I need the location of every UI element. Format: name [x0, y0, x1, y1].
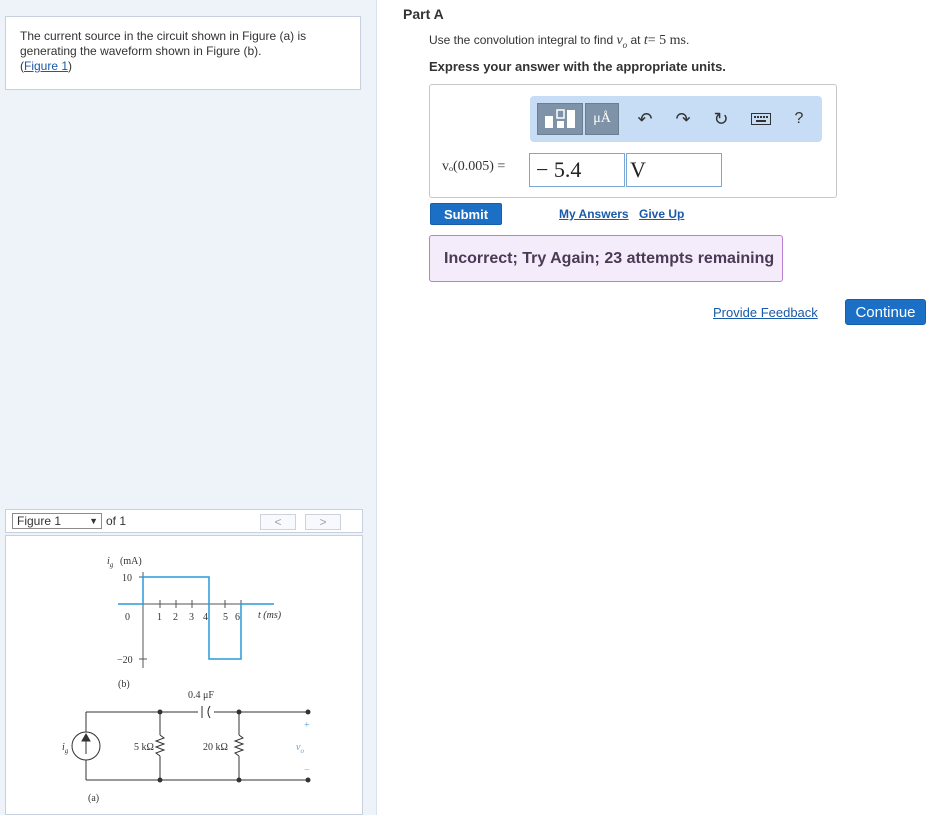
- waveform-x-tick-6: 6: [235, 612, 240, 623]
- equation-label: vₒ(0.005) =: [442, 159, 506, 174]
- waveform-x-tick-3: 3: [189, 612, 194, 623]
- resistor-20k: [233, 734, 245, 757]
- feedback-message: Incorrect; Try Again; 23 attempts remain…: [444, 250, 775, 267]
- waveform-y-tick-10: 10: [122, 573, 132, 584]
- waveform-y-tick-neg20: −20: [117, 655, 133, 666]
- undo-icon: ↶: [637, 108, 653, 129]
- answer-box: μÅ ↶ ↷ ↻ ? vₒ(0.005) =: [429, 84, 837, 198]
- submit-button[interactable]: Submit: [430, 203, 502, 225]
- chevron-down-icon: ▼: [89, 516, 98, 526]
- chevron-left-icon: <: [274, 515, 282, 529]
- units-button-label: μÅ: [593, 111, 611, 126]
- waveform-trace: [118, 576, 274, 660]
- resistor-20k-label: 20 kΩ: [203, 742, 228, 753]
- previous-figure-button[interactable]: <: [260, 514, 296, 530]
- source-label: ig: [62, 742, 69, 755]
- feedback-message-box: Incorrect; Try Again; 23 attempts remain…: [429, 235, 783, 282]
- waveform-x-tick-5: 5: [223, 612, 228, 623]
- problem-intro: The current source in the circuit shown …: [5, 16, 361, 90]
- undo-button[interactable]: ↶: [632, 103, 658, 135]
- continue-button[interactable]: Continue: [845, 299, 926, 325]
- figure-navigation-bar: Figure 1 ▼ of 1 < >: [5, 509, 363, 533]
- reset-button[interactable]: ↻: [708, 103, 734, 135]
- waveform-x-tick-1: 1: [157, 612, 162, 623]
- my-answers-link[interactable]: My Answers: [559, 207, 629, 221]
- reset-icon: ↻: [713, 108, 729, 129]
- plus-sign: +: [304, 720, 310, 731]
- part-title: Part A: [403, 6, 444, 22]
- templates-button[interactable]: [537, 103, 583, 135]
- provide-feedback-link[interactable]: Provide Feedback: [713, 305, 818, 320]
- figure-link-close: ): [68, 59, 73, 73]
- figure-drawing: ig (mA) 10 0 −20 1 2 3 4 5 6 t (ms) (b) …: [62, 556, 311, 804]
- units-button[interactable]: μÅ: [585, 103, 619, 135]
- waveform-caption: (b): [118, 679, 130, 690]
- figure-select[interactable]: Figure 1 ▼: [12, 513, 102, 529]
- help-button[interactable]: ?: [786, 103, 812, 135]
- intro-text: The current source in the circuit shown …: [20, 29, 307, 58]
- figure-sidebar: The current source in the circuit shown …: [0, 0, 377, 815]
- answer-value-input[interactable]: [529, 153, 625, 187]
- circuit-caption: (a): [88, 793, 99, 804]
- waveform-y-unit: (mA): [120, 556, 142, 567]
- keyboard-icon: [751, 113, 771, 125]
- waveform-y-label: ig: [107, 556, 114, 569]
- units-note: Express your answer with the appropriate…: [429, 59, 726, 74]
- figure-select-value: Figure 1: [17, 514, 62, 528]
- math-toolbar: μÅ ↶ ↷ ↻ ?: [530, 96, 822, 142]
- minus-sign: −: [304, 765, 310, 776]
- instruction-value: = 5 ms: [647, 33, 686, 48]
- next-figure-button[interactable]: >: [305, 514, 341, 530]
- keyboard-button[interactable]: [748, 103, 774, 135]
- figure-count: of 1: [106, 514, 127, 528]
- waveform-y-tick-0: 0: [125, 612, 130, 623]
- figure-link[interactable]: Figure 1: [24, 59, 68, 73]
- resistor-5k: [154, 734, 166, 757]
- waveform-plot: ig (mA) 10 0 −20 1 2 3 4 5 6 t (ms) (b): [107, 556, 282, 690]
- redo-button[interactable]: ↷: [670, 103, 696, 135]
- waveform-x-label: t (ms): [258, 610, 282, 621]
- give-up-link[interactable]: Give Up: [639, 207, 684, 221]
- answer-unit-input[interactable]: [626, 153, 722, 187]
- redo-icon: ↷: [675, 108, 691, 129]
- templates-icon: [545, 109, 575, 128]
- instruction-end: .: [685, 33, 690, 47]
- waveform-x-tick-2: 2: [173, 612, 178, 623]
- help-icon: ?: [794, 110, 804, 127]
- instruction-prefix: Use the convolution integral to find: [429, 33, 617, 47]
- waveform-x-tick-4: 4: [203, 612, 208, 623]
- figure-panel: ig (mA) 10 0 −20 1 2 3 4 5 6 t (ms) (b) …: [5, 535, 363, 815]
- instruction-variable: vo: [616, 33, 628, 50]
- capacitor-label: 0.4 μF: [188, 690, 214, 701]
- circuit-diagram: [71, 704, 311, 783]
- circuit-nodes: [157, 709, 311, 783]
- instruction-mid: at: [627, 33, 644, 47]
- resistor-5k-label: 5 kΩ: [134, 742, 154, 753]
- chevron-right-icon: >: [319, 515, 327, 529]
- question-instruction: Use the convolution integral to find vo …: [429, 33, 689, 50]
- output-voltage-label: vo: [296, 742, 304, 755]
